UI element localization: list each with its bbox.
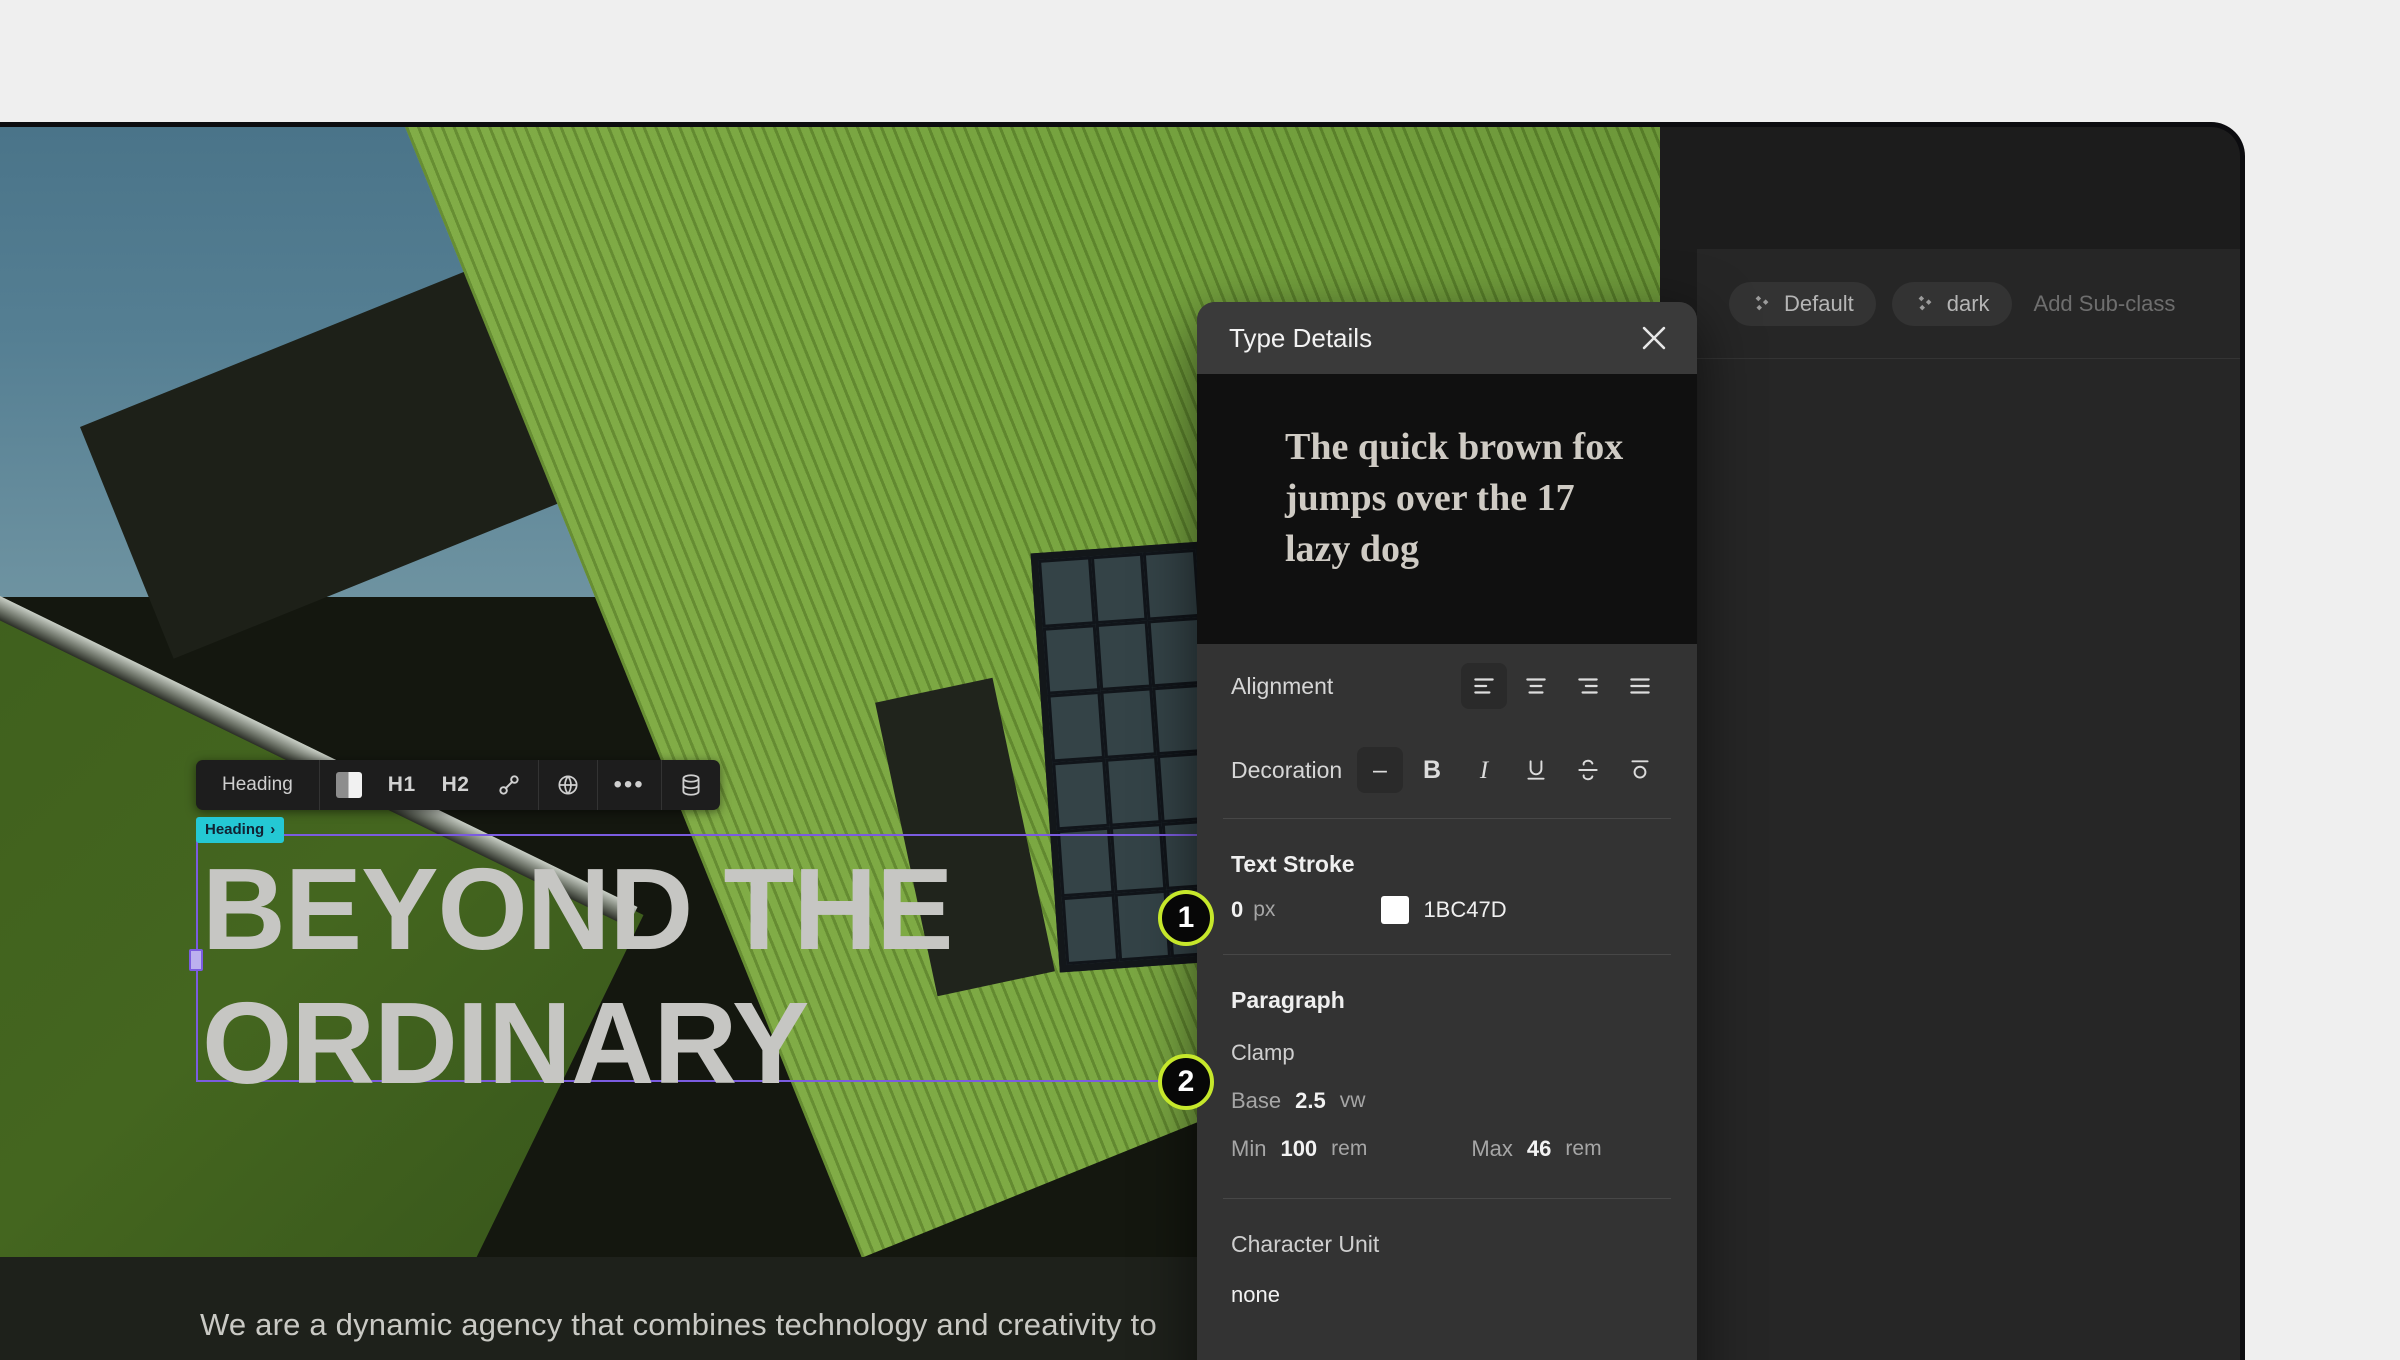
- subclass-label: dark: [1946, 290, 1990, 316]
- decoration-row: Decoration – B I: [1197, 728, 1697, 812]
- type-preview: The quick brown fox jumps over the 17 la…: [1197, 374, 1697, 644]
- align-left-button[interactable]: [1461, 663, 1507, 709]
- italic-button[interactable]: I: [1461, 747, 1507, 793]
- screen: BEYOND THE ORDINARY We are a dynamic age…: [0, 0, 2400, 1360]
- diamonds-icon: [1914, 293, 1936, 315]
- globe-icon[interactable]: [555, 772, 581, 798]
- diamonds-icon: [1751, 293, 1773, 315]
- bold-glyph: B: [1422, 755, 1442, 784]
- min-label: Min: [1231, 1136, 1267, 1161]
- divider: [1223, 1198, 1671, 1199]
- character-unit-row[interactable]: none: [1197, 1258, 1697, 1308]
- base-label: Base: [1231, 1088, 1282, 1113]
- modal-header: Type Details: [1197, 302, 1697, 374]
- app-window: BEYOND THE ORDINARY We are a dynamic age…: [0, 122, 2245, 1360]
- chevron-right-icon: ›: [270, 821, 276, 838]
- decoration-button-group: – B I: [1357, 747, 1663, 793]
- modal-title: Type Details: [1229, 322, 1373, 353]
- text-stroke-width-unit: px: [1253, 898, 1276, 921]
- max-unit: rem: [1565, 1137, 1602, 1160]
- right-sidebar: Default dark Add Sub-class: [1697, 249, 2240, 1360]
- callout-badge-1: 1: [1158, 890, 1214, 946]
- element-label-text: Heading: [205, 821, 265, 838]
- element-type-label: Heading: [222, 774, 293, 795]
- text-stroke-row: 0 px 1BC47D: [1197, 878, 1697, 924]
- decoration-none-button[interactable]: –: [1357, 747, 1403, 793]
- subclass-bar: Default dark Add Sub-class: [1697, 249, 2240, 359]
- divider: [1223, 818, 1671, 819]
- divider: [1223, 954, 1671, 955]
- database-icon[interactable]: [678, 772, 704, 798]
- decoration-none-glyph: –: [1373, 755, 1387, 784]
- align-right-button[interactable]: [1565, 663, 1611, 709]
- link-icon[interactable]: [496, 772, 522, 798]
- element-toolbar[interactable]: Heading H1 H2 •••: [196, 760, 720, 810]
- character-unit-value: none: [1231, 1282, 1280, 1307]
- overline-button[interactable]: [1617, 747, 1663, 793]
- max-label: Max: [1471, 1136, 1513, 1161]
- type-details-modal[interactable]: Type Details The quick brown fox jumps o…: [1197, 302, 1697, 1360]
- callout-badge-2: 2: [1158, 1054, 1214, 1110]
- base-row: Base 2.5 vw: [1197, 1066, 1697, 1114]
- subclass-pill-dark[interactable]: dark: [1891, 281, 2012, 326]
- base-value[interactable]: 2.5: [1295, 1088, 1326, 1114]
- underline-button[interactable]: [1513, 747, 1559, 793]
- selection-resize-handle[interactable]: [189, 949, 203, 971]
- strikethrough-button[interactable]: [1565, 747, 1611, 793]
- base-unit: vw: [1339, 1089, 1366, 1112]
- h1-button[interactable]: H1: [388, 773, 416, 797]
- min-value[interactable]: 100: [1280, 1136, 1317, 1162]
- text-stroke-color-swatch[interactable]: [1381, 896, 1410, 924]
- decoration-label: Decoration: [1231, 756, 1343, 783]
- alignment-row: Alignment: [1197, 644, 1697, 728]
- min-unit: rem: [1331, 1137, 1368, 1160]
- subclass-pill-default[interactable]: Default: [1729, 281, 1876, 326]
- element-label-badge[interactable]: Heading ›: [196, 817, 285, 843]
- h2-button[interactable]: H2: [442, 773, 470, 797]
- close-icon[interactable]: [1637, 321, 1671, 355]
- bold-button[interactable]: B: [1409, 747, 1455, 793]
- alignment-button-group: [1461, 663, 1663, 709]
- ellipsis-icon[interactable]: •••: [614, 773, 645, 797]
- clamp-label: Clamp: [1231, 1040, 1295, 1065]
- italic-glyph: I: [1479, 756, 1489, 784]
- text-stroke-title: Text Stroke: [1231, 851, 1355, 877]
- min-max-row: Min 100 rem Max 46 rem: [1197, 1114, 1697, 1162]
- add-subclass-button[interactable]: Add Sub-class: [2028, 291, 2176, 317]
- character-unit-title: Character Unit: [1231, 1231, 1380, 1257]
- align-center-button[interactable]: [1513, 663, 1559, 709]
- alignment-label: Alignment: [1231, 672, 1334, 699]
- body-paragraph[interactable]: We are a dynamic agency that combines te…: [200, 1297, 1180, 1360]
- preview-text: The quick brown fox jumps over the 17 la…: [1285, 426, 1624, 570]
- text-stroke-width-value[interactable]: 0: [1231, 897, 1243, 923]
- contrast-swatch-icon[interactable]: [335, 772, 362, 798]
- paragraph-title: Paragraph: [1231, 987, 1345, 1013]
- max-value[interactable]: 46: [1527, 1136, 1551, 1162]
- align-justify-button[interactable]: [1617, 663, 1663, 709]
- subclass-label: Default: [1784, 290, 1854, 316]
- text-stroke-color-hex[interactable]: 1BC47D: [1423, 897, 1506, 923]
